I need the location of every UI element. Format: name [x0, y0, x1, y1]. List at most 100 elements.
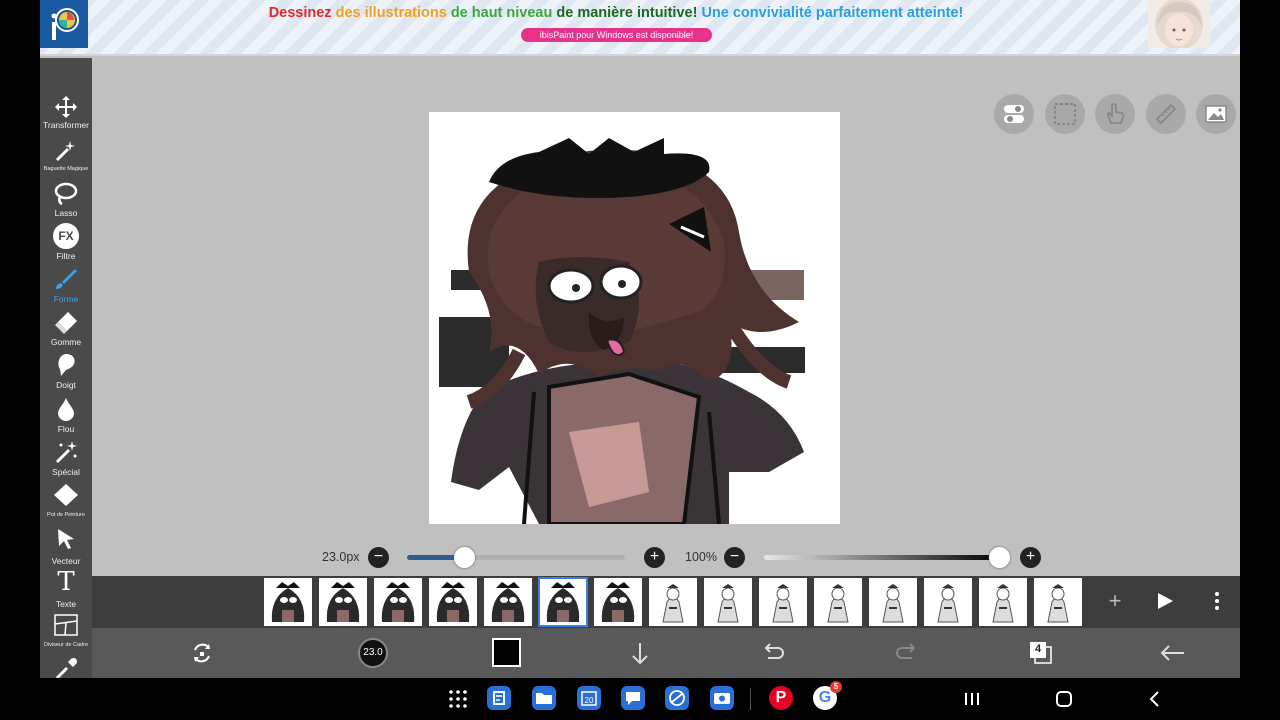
animation-frame-thumbnail[interactable] [319, 578, 367, 626]
eyedropper-icon [53, 656, 79, 678]
opacity-increase-button[interactable]: + [1020, 547, 1041, 568]
brush-size-knob[interactable] [453, 547, 475, 568]
tool-label: Pot de Peinture [47, 512, 85, 518]
app-drawer-button[interactable] [446, 687, 470, 711]
layers-icon: 4 [1028, 640, 1052, 664]
frame-divider-icon [53, 612, 79, 638]
headline-part-4: de manière intuitive! [556, 5, 698, 21]
opacity-value: 100% [685, 550, 717, 564]
animation-frame-thumbnail[interactable] [374, 578, 422, 626]
tool-eraser[interactable]: Gomme [40, 309, 92, 347]
redo-icon [892, 643, 922, 672]
tool-lasso[interactable]: Lasso [40, 180, 92, 218]
messages-app-icon[interactable] [621, 686, 645, 710]
reference-image-button[interactable] [1196, 94, 1236, 134]
opacity-knob[interactable] [989, 547, 1010, 568]
animation-frame-thumbnail[interactable] [814, 578, 862, 626]
animation-frame-thumbnail[interactable] [1034, 578, 1082, 626]
tool-special[interactable]: Spécial [40, 439, 92, 477]
system-back-button[interactable] [1143, 687, 1167, 711]
eraser-icon [53, 309, 79, 335]
frames-more-button[interactable] [1202, 586, 1232, 616]
layer-count: 4 [1034, 643, 1042, 655]
add-frame-button[interactable]: + [1100, 586, 1130, 616]
sparkle-icon [53, 439, 79, 465]
tool-label: Spécial [52, 467, 80, 477]
home-button[interactable] [1052, 687, 1076, 711]
headline-part-3: de haut niveau [450, 5, 553, 21]
bottom-toolbar: 23.0 4 [92, 628, 1240, 678]
artwork-image [439, 138, 805, 524]
banner-promo-pill[interactable]: ibisPaint pour Windows est disponible! [521, 28, 712, 42]
ad-banner[interactable]: Dessinez des illustrations de haut nivea… [40, 0, 1240, 56]
animation-frame-thumbnail[interactable] [594, 578, 642, 626]
files-app-icon[interactable] [532, 686, 556, 710]
opacity-track[interactable] [764, 555, 1000, 560]
animation-frame-thumbnail[interactable] [649, 578, 697, 626]
move-arrows-icon [53, 94, 79, 120]
redo-button[interactable] [892, 638, 922, 668]
animation-frame-thumbnail[interactable] [429, 578, 477, 626]
arrow-down-icon [625, 643, 655, 672]
animation-frame-thumbnail[interactable] [484, 578, 532, 626]
download-button[interactable] [625, 638, 655, 668]
brush-size-badge[interactable]: 23.0 [358, 638, 388, 668]
recents-icon [960, 693, 984, 715]
paint-bucket-icon [53, 482, 79, 508]
color-swatch-button[interactable] [492, 638, 521, 667]
tool-eyedropper[interactable] [40, 656, 92, 678]
tool-label: Filtre [56, 251, 76, 261]
back-button[interactable] [1158, 638, 1188, 668]
animation-frame-thumbnail[interactable] [924, 578, 972, 626]
transform-rotate-button[interactable] [187, 638, 217, 668]
brush-size-increase-button[interactable]: + [644, 547, 665, 568]
brush-size-decrease-button[interactable]: − [368, 547, 389, 568]
animation-frames-strip: + [92, 576, 1240, 628]
drawing-canvas[interactable] [429, 112, 840, 524]
google-app-icon[interactable]: G 5 [813, 681, 842, 710]
tool-brush[interactable]: Forme [40, 266, 92, 304]
arrow-left-icon [1158, 645, 1188, 672]
calendar-app-icon[interactable]: 20 [577, 686, 601, 710]
ruler-button[interactable] [1146, 94, 1186, 134]
tool-label: Lasso [54, 208, 78, 218]
tool-paint-bucket[interactable]: Pot de Peinture [40, 482, 92, 520]
pinterest-app-icon[interactable]: P [769, 686, 793, 710]
animation-frame-thumbnail[interactable] [979, 578, 1027, 626]
tool-label: Baguette Magique [43, 166, 89, 172]
fx-icon: FX [53, 223, 79, 249]
tool-label: Forme [53, 294, 79, 304]
undo-button[interactable] [758, 638, 788, 668]
text-icon: T [53, 569, 79, 595]
animation-frame-thumbnail[interactable] [704, 578, 752, 626]
browser-app-icon[interactable] [665, 686, 689, 710]
finger-icon [53, 352, 79, 378]
play-button[interactable] [1150, 586, 1180, 616]
tool-transformer[interactable]: Transformer [40, 94, 92, 130]
tool-label: Transformer [43, 120, 89, 130]
layers-button[interactable]: 4 [1025, 638, 1055, 668]
animation-frame-thumbnail[interactable] [759, 578, 807, 626]
lasso-icon [53, 180, 79, 206]
tool-filter[interactable]: FX Filtre [40, 223, 92, 261]
app-screen: Dessinez des illustrations de haut nivea… [40, 0, 1240, 678]
tool-finger[interactable]: Doigt [40, 352, 92, 390]
tool-blur[interactable]: Flou [40, 396, 92, 434]
toggle-settings-button[interactable] [994, 94, 1034, 134]
notes-app-icon[interactable] [487, 686, 511, 710]
touch-mode-button[interactable] [1095, 94, 1135, 134]
recent-apps-button[interactable] [960, 687, 984, 711]
animation-frame-thumbnail[interactable] [869, 578, 917, 626]
animation-frame-thumbnail[interactable] [538, 577, 588, 627]
animation-frame-thumbnail[interactable] [264, 578, 312, 626]
android-taskbar: 20 P G 5 [0, 678, 1280, 720]
tool-frame-divider[interactable]: Diviseur de Cadre [40, 612, 92, 650]
brush-icon [53, 266, 79, 292]
headline-part-2: des illustrations [335, 5, 447, 21]
brush-size-value: 23.0px [322, 550, 360, 564]
tool-text[interactable]: T Texte [40, 569, 92, 609]
camera-app-icon[interactable] [710, 686, 734, 710]
opacity-decrease-button[interactable]: − [724, 547, 745, 568]
tool-magic-wand[interactable]: Baguette Magique [40, 138, 92, 174]
selection-button[interactable] [1045, 94, 1085, 134]
